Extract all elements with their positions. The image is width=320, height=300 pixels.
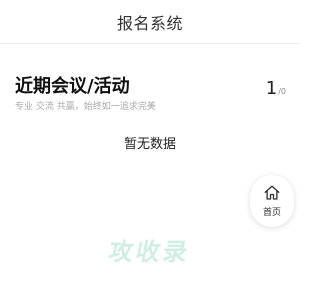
section-title: 近期会议/活动 (15, 76, 130, 97)
section-subtitle: 专业 交流 共赢，始终如一追求完美 (15, 102, 156, 112)
home-button[interactable]: 首页 (250, 175, 294, 227)
home-icon (264, 185, 280, 200)
page-title: 报名系统 (116, 13, 183, 33)
empty-state-text: 暂无数据 (123, 137, 176, 152)
home-button-label: 首页 (262, 208, 281, 218)
pager-total: 0 (280, 87, 286, 96)
pager: 1 / 0 (266, 78, 286, 99)
navbar: 报名系统 (0, 0, 300, 44)
page: 报名系统 近期会议/活动 专业 交流 共赢，始终如一追求完美 1 / 0 暂无数… (0, 0, 300, 300)
section-header: 近期会议/活动 专业 交流 共赢，始终如一追求完美 (15, 74, 288, 114)
watermark: 攻收录 (106, 238, 193, 266)
pager-current: 1 (265, 78, 278, 99)
